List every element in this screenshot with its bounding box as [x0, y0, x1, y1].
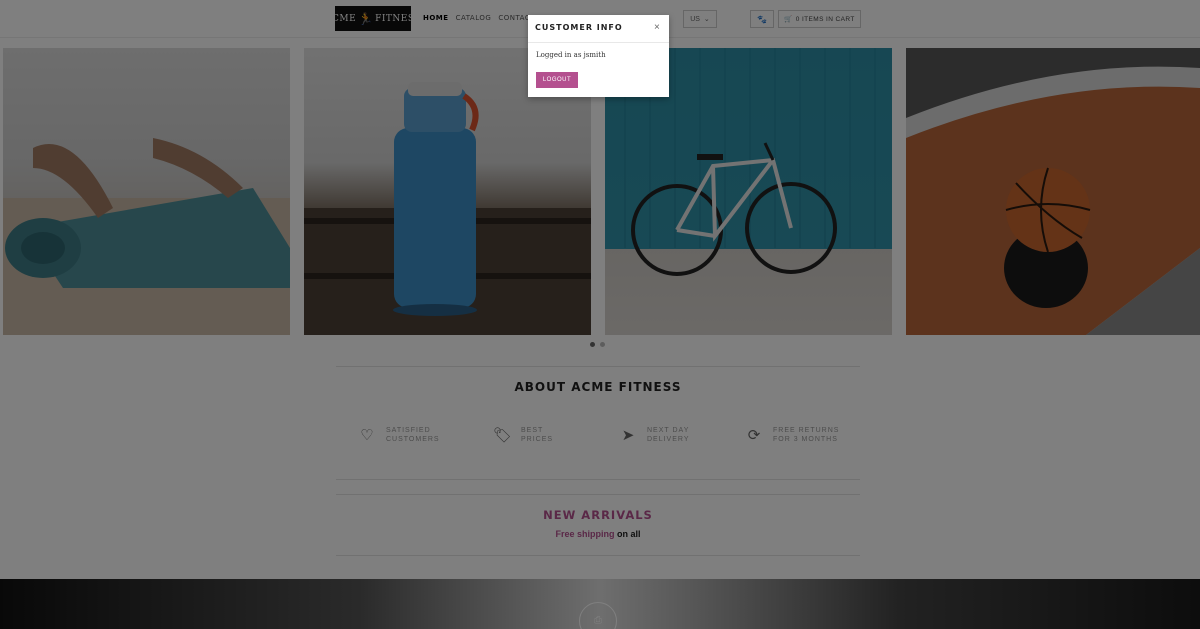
close-icon[interactable]: ×	[654, 22, 660, 33]
modal-title: CUSTOMER INFO	[535, 23, 623, 32]
modal-divider	[528, 42, 669, 43]
customer-info-modal: CUSTOMER INFO × Logged in as jsmith LOGO…	[528, 15, 669, 97]
logout-button[interactable]: LOGOUT	[536, 72, 578, 88]
login-status: Logged in as jsmith	[536, 51, 606, 59]
